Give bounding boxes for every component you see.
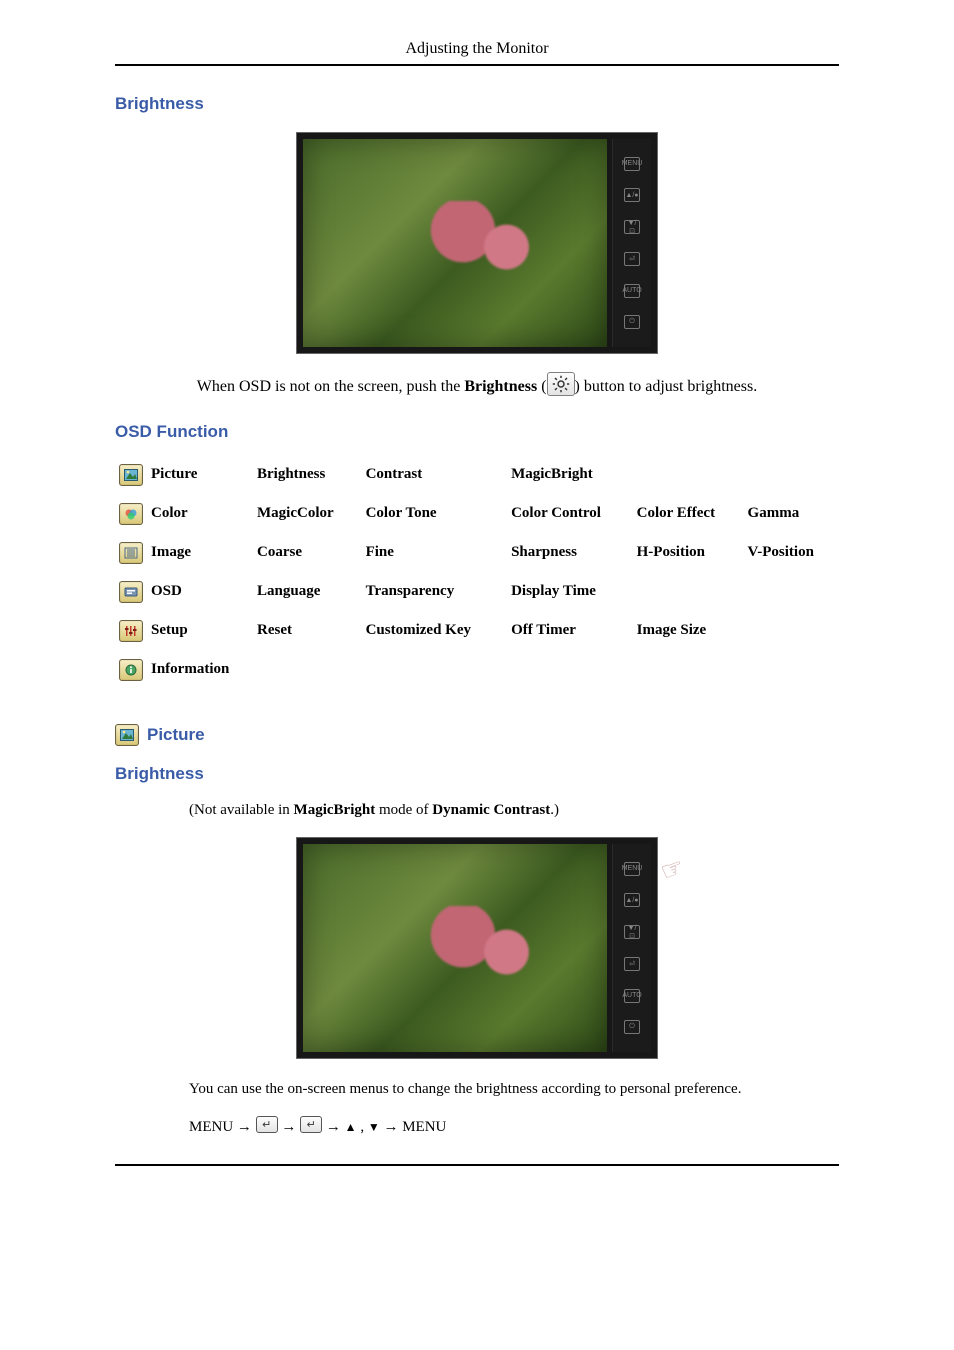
text: ) button to adjust brightness. bbox=[575, 378, 758, 395]
monitor-button-up: ▲/● bbox=[624, 893, 640, 907]
picture-icon bbox=[119, 464, 143, 486]
table-row: Picture Brightness Contrast MagicBright bbox=[115, 460, 839, 499]
row-label: OSD bbox=[147, 577, 253, 616]
item: MagicColor bbox=[253, 499, 362, 538]
monitor-illustration: MENU ▲/● ▼/⊡ ⏎ AUTO ⏻ bbox=[296, 132, 658, 354]
item: Contrast bbox=[362, 460, 507, 499]
row-label: Color bbox=[147, 499, 253, 538]
picture-icon bbox=[115, 724, 139, 746]
information-icon bbox=[119, 659, 143, 681]
item bbox=[744, 460, 839, 499]
table-row: Setup Reset Customized Key Off Timer Ima… bbox=[115, 616, 839, 655]
seq-arrow: → bbox=[278, 1119, 301, 1135]
color-icon bbox=[119, 503, 143, 525]
seq-final: → MENU bbox=[380, 1119, 447, 1135]
row-label: Picture bbox=[147, 460, 253, 499]
seq-sep: , bbox=[357, 1119, 368, 1135]
text: ( bbox=[537, 378, 546, 395]
item: Color Effect bbox=[633, 499, 744, 538]
monitor-button-menu: MENU bbox=[624, 862, 640, 876]
monitor-button-auto: AUTO bbox=[624, 989, 640, 1003]
header-rule bbox=[115, 64, 839, 66]
section-heading-brightness: Brightness bbox=[115, 94, 839, 114]
text-bold: Dynamic Contrast bbox=[432, 802, 550, 818]
hand-pointer-icon: ☞ bbox=[656, 852, 688, 888]
item: V-Position bbox=[744, 538, 839, 577]
text: (Not available in bbox=[189, 802, 294, 818]
item: Display Time bbox=[507, 577, 633, 616]
setup-icon bbox=[119, 620, 143, 642]
up-arrow-icon: ▲ bbox=[345, 1120, 357, 1134]
footer-rule bbox=[115, 1164, 839, 1166]
brightness-description: You can use the on-screen menus to chang… bbox=[189, 1081, 839, 1098]
enter-key-icon bbox=[300, 1116, 322, 1133]
item: Color Control bbox=[507, 499, 633, 538]
monitor-button-up: ▲/● bbox=[624, 188, 640, 202]
text: When OSD is not on the screen, push the bbox=[197, 378, 465, 395]
brightness-note: (Not available in MagicBright mode of Dy… bbox=[189, 802, 839, 819]
monitor-button-enter: ⏎ bbox=[624, 957, 640, 971]
monitor-button-menu: MENU bbox=[624, 157, 640, 171]
text-bold: Brightness bbox=[464, 378, 537, 395]
heading-text: Picture bbox=[147, 725, 205, 745]
item: Color Tone bbox=[362, 499, 507, 538]
item: Image Size bbox=[633, 616, 744, 655]
row-label: Setup bbox=[147, 616, 253, 655]
item: Fine bbox=[362, 538, 507, 577]
section-heading-brightness-2: Brightness bbox=[115, 764, 839, 784]
osd-icon bbox=[119, 581, 143, 603]
page-header: Adjusting the Monitor bbox=[115, 40, 839, 58]
item: Reset bbox=[253, 616, 362, 655]
table-row: Information bbox=[115, 655, 839, 694]
item: Gamma bbox=[744, 499, 839, 538]
text-bold: MagicBright bbox=[294, 802, 379, 818]
table-row: Color MagicColor Color Tone Color Contro… bbox=[115, 499, 839, 538]
item: Language bbox=[253, 577, 362, 616]
row-label: Image bbox=[147, 538, 253, 577]
text: .) bbox=[550, 802, 559, 818]
row-label: Information bbox=[147, 655, 839, 694]
section-heading-osd-function: OSD Function bbox=[115, 422, 839, 442]
monitor-button-power: ⏻ bbox=[624, 1020, 640, 1034]
seq-menu: MENU bbox=[189, 1119, 233, 1135]
monitor-screen-image bbox=[303, 139, 607, 347]
item: Customized Key bbox=[362, 616, 507, 655]
seq-arrow: → bbox=[233, 1119, 256, 1135]
section-heading-picture: Picture bbox=[115, 724, 839, 746]
item bbox=[633, 460, 744, 499]
item: Brightness bbox=[253, 460, 362, 499]
monitor-side-buttons: MENU ▲/● ▼/⊡ ⏎ AUTO ⏻ bbox=[612, 139, 651, 347]
table-row: OSD Language Transparency Display Time bbox=[115, 577, 839, 616]
item bbox=[744, 616, 839, 655]
item: Transparency bbox=[362, 577, 507, 616]
monitor-button-down: ▼/⊡ bbox=[624, 220, 640, 234]
menu-sequence: MENU → → → ▲ , ▼ → MENU bbox=[189, 1116, 839, 1136]
item: Sharpness bbox=[507, 538, 633, 577]
item: H-Position bbox=[633, 538, 744, 577]
item: MagicBright bbox=[507, 460, 633, 499]
monitor-button-down: ▼/⊡ bbox=[624, 925, 640, 939]
down-arrow-icon: ▼ bbox=[368, 1120, 380, 1134]
item bbox=[633, 577, 744, 616]
enter-key-icon bbox=[256, 1116, 278, 1133]
brightness-icon bbox=[547, 372, 575, 396]
monitor-side-buttons: MENU ▲/● ▼/⊡ ⏎ AUTO ⏻ bbox=[612, 844, 651, 1052]
item bbox=[744, 577, 839, 616]
image-icon bbox=[119, 542, 143, 564]
item: Off Timer bbox=[507, 616, 633, 655]
monitor-screen-image bbox=[303, 844, 607, 1052]
seq-arrow: → bbox=[322, 1119, 345, 1135]
monitor-button-enter: ⏎ bbox=[624, 252, 640, 266]
item: Coarse bbox=[253, 538, 362, 577]
brightness-instruction: When OSD is not on the screen, push the … bbox=[115, 372, 839, 396]
text: mode of bbox=[379, 802, 432, 818]
monitor-button-auto: AUTO bbox=[624, 284, 640, 298]
table-row: Image Coarse Fine Sharpness H-Position V… bbox=[115, 538, 839, 577]
monitor-illustration-2: MENU ▲/● ▼/⊡ ⏎ AUTO ⏻ bbox=[296, 837, 658, 1059]
monitor-button-power: ⏻ bbox=[624, 315, 640, 329]
osd-function-table: Picture Brightness Contrast MagicBright … bbox=[115, 460, 839, 694]
